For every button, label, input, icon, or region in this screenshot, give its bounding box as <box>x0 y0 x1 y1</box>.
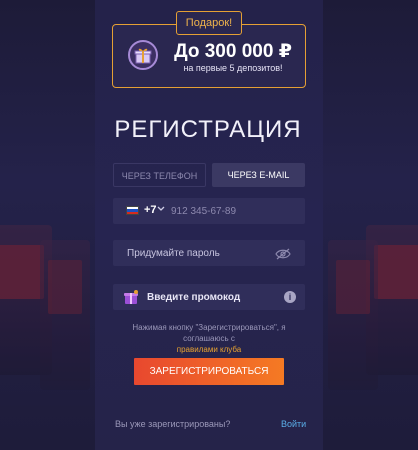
promo-gift-icon <box>123 289 139 305</box>
terms-label: Нажимая кнопку "Зарегистрироваться", я с… <box>132 323 286 343</box>
terms-link[interactable]: правилами клуба <box>177 345 241 354</box>
password-field <box>113 240 305 266</box>
eye-off-icon[interactable] <box>275 247 291 260</box>
slot-machine-decoration <box>40 240 90 390</box>
chevron-down-icon[interactable] <box>157 202 165 218</box>
phone-input[interactable] <box>171 202 291 220</box>
bonus-amount: До 300 000 ₽ <box>174 41 292 62</box>
bonus-subtitle: на первые 5 депозитов! <box>183 63 283 73</box>
login-link[interactable]: Войти <box>281 419 306 429</box>
bonus-tag: Подарок! <box>176 11 242 35</box>
country-code[interactable]: +7 <box>144 204 157 216</box>
phone-field: +7 <box>113 198 305 224</box>
gift-icon <box>128 40 158 70</box>
promo-field: i <box>113 284 305 310</box>
password-input[interactable] <box>127 244 277 262</box>
page-title: РЕГИСТРАЦИЯ <box>114 116 302 143</box>
tab-email[interactable]: Через e-mail <box>212 163 305 187</box>
russia-flag-icon[interactable] <box>126 206 139 215</box>
promo-input[interactable] <box>147 288 287 306</box>
register-button[interactable]: Зарегистрироваться <box>134 358 284 385</box>
slot-machine-decoration <box>328 240 378 390</box>
info-icon[interactable]: i <box>284 291 296 303</box>
terms-text: Нажимая кнопку "Зарегистрироваться", я с… <box>110 322 308 355</box>
already-registered-text: Вы уже зарегистрированы? <box>115 419 231 429</box>
tab-phone[interactable]: Через телефон <box>113 163 206 187</box>
